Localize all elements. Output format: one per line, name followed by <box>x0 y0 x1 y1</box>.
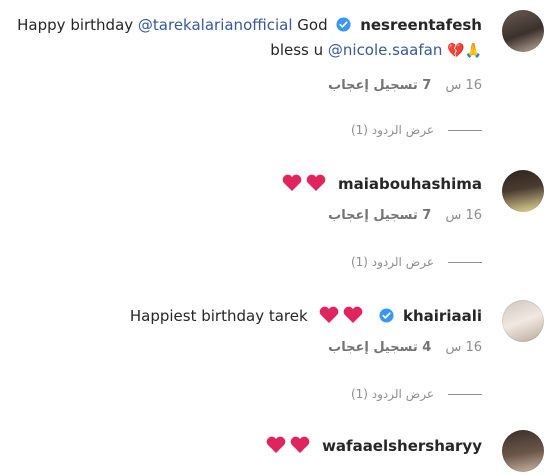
avatar[interactable] <box>502 430 544 472</box>
likes-count[interactable]: 4 تسجيل إعجاب <box>328 340 431 355</box>
hearts-emoji-icon <box>266 436 310 453</box>
verified-badge-icon <box>379 308 394 323</box>
mention-link[interactable]: @nicole.saafan <box>328 41 442 59</box>
verified-badge-icon <box>336 17 351 32</box>
avatar[interactable] <box>502 300 544 342</box>
comment-item: khairiaali Happiest birthday tarek 16 س … <box>0 290 560 420</box>
comment-meta: 16 س 7 تسجيل إعجاب <box>318 78 482 93</box>
username[interactable]: wafaaelshersharyy <box>322 437 482 455</box>
timestamp: 16 س <box>445 208 482 223</box>
view-replies-button[interactable]: عرض الردود (1) <box>351 123 482 137</box>
timestamp: 16 س <box>445 340 482 355</box>
comment-text: maiabouhashima <box>275 174 482 193</box>
comment-text: wafaaelshersharyy <box>259 436 482 455</box>
hearts-emoji-icon <box>320 306 363 323</box>
comment-text: nesreentafesh Happy birthday @tarekalari… <box>17 16 482 34</box>
divider <box>448 261 482 263</box>
likes-count[interactable]: 7 تسجيل إعجاب <box>328 208 431 223</box>
comment-item: nesreentafesh Happy birthday @tarekalari… <box>0 0 560 160</box>
comment-item: wafaaelshersharyy <box>0 425 560 475</box>
comment-text: khairiaali Happiest birthday tarek <box>129 306 482 325</box>
view-replies-button[interactable]: عرض الردود (1) <box>351 255 482 269</box>
username[interactable]: nesreentafesh <box>360 16 482 34</box>
divider <box>448 393 482 395</box>
username[interactable]: maiabouhashima <box>338 175 482 193</box>
divider <box>448 129 482 131</box>
comment-meta: 16 س 7 تسجيل إعجاب <box>318 208 482 223</box>
comment-meta: 16 س 4 تسجيل إعجاب <box>318 340 482 355</box>
avatar[interactable] <box>502 10 544 52</box>
mention-link[interactable]: @tarekalarianofficial <box>138 16 293 34</box>
likes-count[interactable]: 7 تسجيل إعجاب <box>328 78 431 93</box>
timestamp: 16 س <box>445 78 482 93</box>
comment-item: maiabouhashima 16 س 7 تسجيل إعجاب عرض ال… <box>0 160 560 280</box>
emoji: 💔🙏 <box>447 43 482 59</box>
avatar[interactable] <box>502 170 544 212</box>
username[interactable]: khairiaali <box>403 307 482 325</box>
view-replies-button[interactable]: عرض الردود (1) <box>351 387 482 401</box>
comment-text-line2: bless u @nicole.saafan 💔🙏 <box>270 41 482 59</box>
hearts-emoji-icon <box>282 174 326 191</box>
